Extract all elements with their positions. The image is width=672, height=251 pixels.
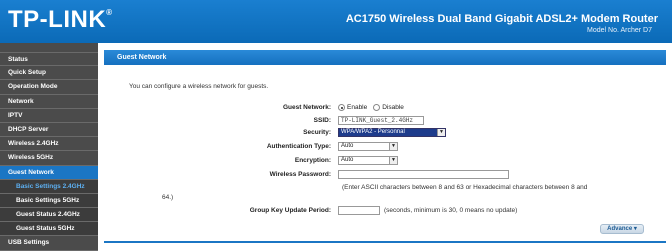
sidebar-item-wireless-2-4ghz[interactable]: Wireless 2.4GHz [0,137,98,152]
encryption-select[interactable]: Auto ▼ [338,156,398,165]
sidebar-subitem-basic-settings-2-4ghz[interactable]: Basic Settings 2.4GHz [0,179,98,194]
group-key-label: Group Key Update Period: [249,207,331,214]
sidebar-subitem-basic-settings-5ghz[interactable]: Basic Settings 5GHz [0,193,98,209]
sidebar-item-dhcp-server[interactable]: DHCP Server [0,123,98,138]
chevron-down-icon: ▼ [389,143,397,150]
chevron-down-icon: ▼ [389,157,397,164]
advance-button-label: Advance [607,226,633,232]
logo-registered-mark: ® [106,8,113,17]
guest-network-radio-group: Enable Disable [338,104,410,111]
sidebar-subitem-guest-status-5ghz[interactable]: Guest Status 5GHz [0,222,98,237]
sidebar-item-wireless-5ghz[interactable]: Wireless 5GHz [0,151,98,166]
model-number: Model No. Archer D7 [587,27,652,34]
sidebar-item-iptv[interactable]: IPTV [0,109,98,123]
disable-radio-label: Disable [382,104,404,111]
ssid-label: SSID: [313,117,331,124]
logo-text: TP-LINK [8,6,107,33]
security-label: Security: [303,129,331,136]
wireless-password-label: Wireless Password: [269,171,331,178]
group-key-input[interactable] [338,206,380,215]
header-bar: TP-LINK® AC1750 Wireless Dual Band Gigab… [0,0,672,43]
password-hint-line2: 64.) [162,194,174,201]
advance-button[interactable]: Advance ▾ [600,224,644,234]
security-select-value: WPA/WPA2 - Personnal [341,129,405,135]
sidebar-subitem-guest-status-2-4ghz[interactable]: Guest Status 2.4GHz [0,208,98,223]
auth-type-select-value: Auto [341,143,354,149]
sidebar-item-status[interactable]: Status [0,52,98,67]
section-title: Guest Network [104,50,666,65]
guest-network-label: Guest Network: [282,104,331,111]
chevron-down-icon: ▼ [437,129,445,136]
disable-radio[interactable] [373,104,381,111]
encryption-label: Encryption: [294,157,331,164]
chevron-down-icon: ▾ [633,226,637,232]
section-bottom-divider [104,241,666,243]
security-select[interactable]: WPA/WPA2 - Personnal ▼ [338,128,446,137]
wireless-password-input[interactable] [338,170,509,179]
main-content: Guest Network You can configure a wirele… [98,43,672,251]
tp-link-logo: TP-LINK® [8,6,113,34]
enable-radio-label: Enable [347,104,368,111]
group-key-hint: (seconds, minimum is 30, 0 means no upda… [384,207,518,214]
sidebar-item-usb-settings[interactable]: USB Settings [0,236,98,251]
sidebar-menu: Status Quick Setup Operation Mode Networ… [0,43,98,251]
sidebar-item-network[interactable]: Network [0,95,98,109]
ssid-input[interactable]: TP-LINK_Guest_2.4GHz [338,116,424,125]
sidebar-item-quick-setup[interactable]: Quick Setup [0,66,98,81]
enable-radio[interactable] [338,104,345,111]
intro-text: You can configure a wireless network for… [129,83,269,90]
encryption-select-value: Auto [341,157,354,163]
password-hint-line1: (Enter ASCII characters between 8 and 63… [342,184,588,191]
auth-type-label: Authentication Type: [266,143,331,150]
auth-type-select[interactable]: Auto ▼ [338,142,398,151]
sidebar-item-operation-mode[interactable]: Operation Mode [0,80,98,95]
product-title: AC1750 Wireless Dual Band Gigabit ADSL2+… [345,13,658,25]
sidebar-item-guest-network[interactable]: Guest Network [0,165,98,180]
